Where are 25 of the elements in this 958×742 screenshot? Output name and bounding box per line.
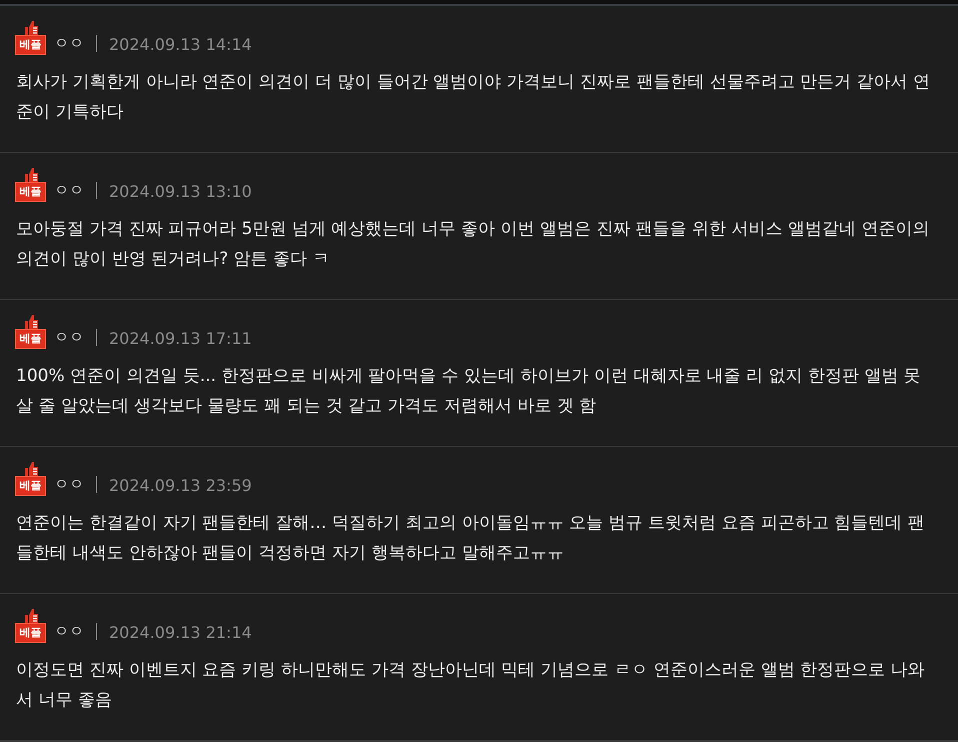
- author-name: ㅇㅇ: [54, 181, 84, 200]
- best-reply-badge: 베플: [15, 182, 46, 202]
- thumbs-up-icon: [24, 20, 38, 35]
- comment-date: 2024.09.13 14:14: [109, 35, 252, 54]
- comment-date: 2024.09.13 23:59: [109, 476, 252, 495]
- comment-text: 모아둥절 가격 진짜 피규어라 5만원 넘게 예상했는데 너무 좋아 이번 앨범은 진짜 팬들을 위한 서비스 앨범같네 연준이의 의견이 많이 반영 된거려나? 암튼 좋다 ㅋ: [16, 218, 930, 271]
- comment-date: 2024.09.13 17:11: [109, 329, 252, 348]
- best-reply-badge: 베플: [15, 623, 46, 643]
- author-name: ㅇㅇ: [54, 328, 84, 347]
- comment-date: 2024.09.13 13:10: [109, 182, 252, 201]
- author-name: ㅇㅇ: [54, 34, 84, 53]
- best-reply-badge: 베플: [15, 35, 46, 55]
- thumbs-up-icon: [24, 314, 38, 329]
- best-reply-badge: 베플: [15, 329, 46, 349]
- comment-text: 100% 연준이 의견일 듯... 한정판으로 비싸게 팔아먹을 수 있는데 하이브가 이런 대혜자로 내줄 리 없지 한정판 앨범 못 살 줄 알았는데 생각보다 물량도 꽤 되는 것 같고 가격도 저렴해서 바로 겟 함: [16, 365, 922, 418]
- thumbs-up-icon: [24, 608, 38, 623]
- comment-date: 2024.09.13 21:14: [109, 623, 252, 642]
- author-name: ㅇㅇ: [54, 622, 84, 641]
- author-name: ㅇㅇ: [54, 475, 84, 494]
- thumbs-up-icon: [24, 167, 38, 182]
- thumbs-up-icon: [24, 461, 38, 476]
- comment-text: 연준이는 한결같이 자기 팬들한테 잘해… 덕질하기 최고의 아이돌임ㅠㅠ 오늘 범규 트윗처럼 요즘 피곤하고 힘들텐데 팬들한테 내색도 안하잖아 팬들이 걱정하면 자기 행복하다고 말해주고ㅠㅠ: [16, 512, 926, 565]
- comment-text: 회사가 기획한게 아니라 연준이 의견이 더 많이 들어간 앨범이야 가격보니 진짜로 팬들한테 선물주려고 만든거 같아서 연준이 기특하다: [16, 71, 932, 124]
- comment-text: 이정도면 진짜 이벤트지 요즘 키링 하니만해도 가격 장난아닌데 믹테 기념으로 ㄹㅇ 연준이스러운 앨범 한정판으로 나와서 너무 좋음: [16, 659, 926, 712]
- best-reply-badge: 베플: [15, 476, 46, 496]
